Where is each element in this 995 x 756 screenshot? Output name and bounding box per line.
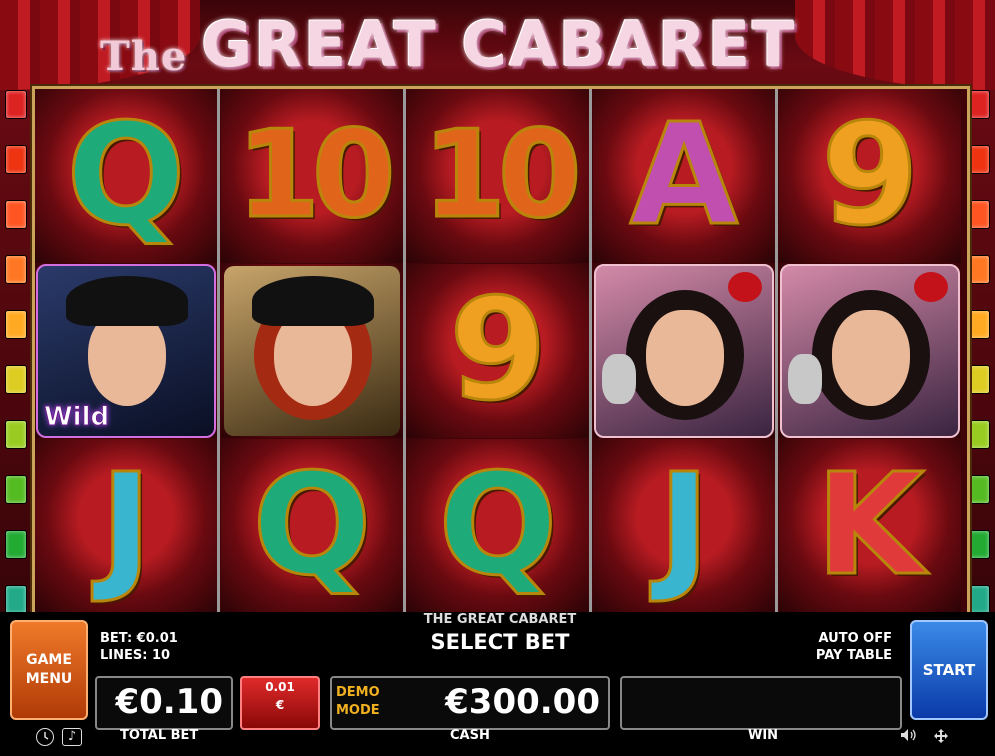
coin-value-button[interactable]: 0.01 € [240,676,320,730]
auto-play-toggle[interactable]: AUTO OFF [790,630,892,647]
payline-lamp [5,475,27,504]
payline-lamp [968,145,990,174]
payline-lamp [5,90,27,119]
payline-lamp [5,585,27,614]
curtain-right [795,0,995,90]
symbol-q: Q [65,94,187,257]
reel-2: 10 Q [221,89,406,613]
reel-3: 10 9 Q [407,89,592,613]
payline-lamp [968,530,990,559]
game-menu-line1: GAME [26,652,72,668]
right-options: AUTO OFF PAY TABLE [790,630,892,664]
reel-1: Q Wild J [35,89,220,613]
demo-mode-label: DEMO MODE [336,684,380,720]
symbol-9: 9 [448,269,548,432]
payline-lamp [5,145,27,174]
title-prefix: The [100,33,188,80]
game-menu-line2: MENU [25,671,73,687]
lines-count: LINES: 10 [100,648,171,663]
status-message: SELECT BET [430,630,570,654]
payline-lamp [968,365,990,394]
symbol-woman-in-hat [224,266,400,436]
symbol-q: Q [251,444,373,607]
payline-lamp [968,310,990,339]
marquee-label: THE GREAT CABARET [423,612,577,627]
total-bet-display: €0.10 [95,676,233,730]
bet-info: BET: €0.01 LINES: 10 [100,630,178,664]
reel-4: AJ [593,89,778,613]
start-label: START [922,660,976,679]
symbol-singer-with-mic [594,264,774,438]
music-note-icon[interactable]: ♪ [62,728,82,746]
cash-display: DEMO MODE €300.00 [330,676,610,730]
wild-label: Wild [43,402,110,433]
payline-lamp [968,585,990,614]
total-bet-value: €0.10 [115,682,223,722]
reel-cell: 9 [407,264,589,438]
cash-caption: CASH [450,728,490,743]
game-stage: The GREAT CABARET Q Wild J 10 Q 10 9 Q A J 9 K THE … [0,0,995,756]
demo-line2: MODE [336,703,380,718]
total-bet-caption: TOTAL BET [120,728,199,743]
symbol-a: A [628,94,739,257]
cash-value: €300.00 [445,682,600,722]
payline-lamp [5,530,27,559]
reel-5: 9K [779,89,961,613]
control-panel: THE GREAT CABARET SELECT BET BET: €0.01 … [0,612,995,756]
symbol-man-in-hat: Wild [36,264,216,438]
payline-lamp [968,420,990,449]
reel-cell: 10 [221,89,403,263]
start-button[interactable]: START [910,620,988,720]
payline-lamp [968,255,990,284]
reel-cell: Wild [35,264,217,438]
symbol-q: Q [437,444,559,607]
reel-cell: Q [221,439,403,613]
payline-lamp [5,365,27,394]
demo-line1: DEMO [336,685,380,700]
reel-cell: Q [35,89,217,263]
payline-lamp [5,310,27,339]
symbol-singer-with-mic [780,264,960,438]
reel-area: Q Wild J 10 Q 10 9 Q A J 9 K [32,86,970,616]
symbol-j: J [98,444,153,607]
coin-value: 0.01 [265,680,295,694]
win-display [620,676,902,730]
reel-cell: 10 [407,89,589,263]
payline-lamp [968,200,990,229]
reel-cell [221,264,403,438]
payline-lamp [5,255,27,284]
reel-cell: J [593,439,775,613]
reel-cell: A [593,89,775,263]
right-payline-lights [968,90,990,669]
reel-cell: 9 [779,89,961,263]
payline-lamp [968,475,990,504]
reel-cell [593,264,775,438]
symbol-k: K [814,444,925,607]
game-menu-button[interactable]: GAME MENU [10,620,88,720]
payline-lamp [968,90,990,119]
symbol-10: 10 [235,106,397,245]
title-main: GREAT CABARET [201,8,797,81]
game-title-logo: The GREAT CABARET [100,8,797,81]
speaker-icon[interactable] [900,728,918,744]
symbol-9: 9 [820,94,920,257]
reel-cell: Q [407,439,589,613]
pay-table-link[interactable]: PAY TABLE [790,647,892,664]
symbol-j: J [656,444,711,607]
bet-per-line: BET: €0.01 [100,631,178,646]
payline-lamp [5,200,27,229]
symbol-10: 10 [421,106,583,245]
left-payline-lights [5,90,27,669]
reel-cell [779,264,961,438]
win-caption: WIN [748,728,779,743]
payline-lamp [5,420,27,449]
clock-icon[interactable] [36,728,54,746]
fullscreen-icon[interactable] [928,728,948,744]
reel-cell: J [35,439,217,613]
reel-cell: K [779,439,961,613]
coin-currency: € [275,698,285,712]
